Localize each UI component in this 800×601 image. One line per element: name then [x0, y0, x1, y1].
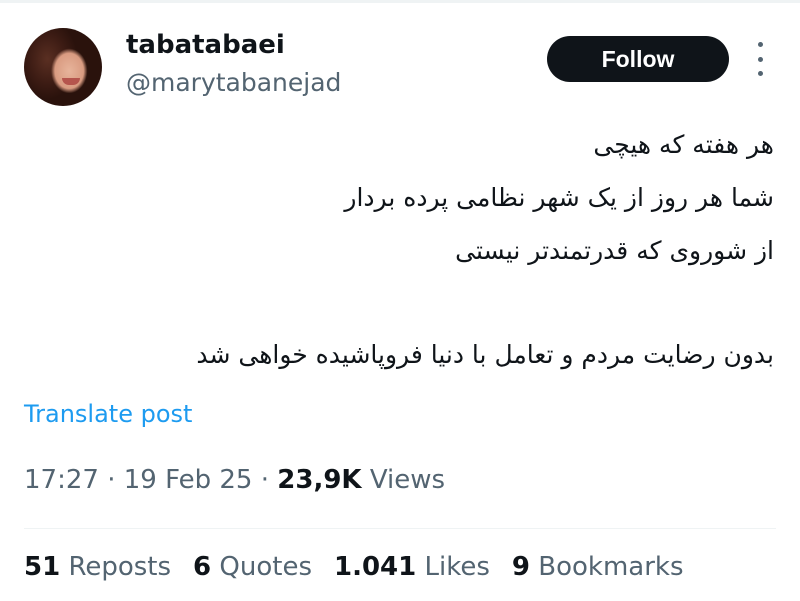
- author-handle[interactable]: @marytabanejad: [126, 68, 341, 97]
- bookmarks-stat[interactable]: 9 Bookmarks: [512, 552, 684, 582]
- bookmarks-label: Bookmarks: [538, 552, 684, 582]
- views-count: 23,9K: [277, 465, 362, 495]
- translate-post-link[interactable]: Translate post: [24, 400, 192, 428]
- author-display-name[interactable]: tabatabaei: [126, 30, 285, 60]
- post-meta: 17:27 · 19 Feb 25 · 23,9K Views: [24, 465, 446, 495]
- post-time[interactable]: 17:27: [24, 465, 99, 495]
- post-text-line: هر هفته که هیچی: [593, 130, 774, 159]
- quotes-count: 6: [193, 552, 212, 582]
- likes-stat[interactable]: 1.041 Likes: [334, 552, 490, 582]
- reposts-stat[interactable]: 51 Reposts: [24, 552, 171, 582]
- more-vertical-icon[interactable]: [753, 42, 767, 76]
- post-text-line: از شوروی که قدرتمندتر نیستی: [455, 236, 774, 265]
- likes-label: Likes: [424, 552, 490, 582]
- quotes-label: Quotes: [219, 552, 312, 582]
- quotes-stat[interactable]: 6 Quotes: [193, 552, 312, 582]
- reposts-count: 51: [24, 552, 61, 582]
- reposts-label: Reposts: [68, 552, 172, 582]
- post-text-line: شما هر روز از یک شهر نظامی پرده بردار: [344, 183, 774, 212]
- engagement-stats: 51 Reposts 6 Quotes 1.041 Likes 9 Bookma…: [24, 552, 684, 582]
- views-label: Views: [369, 465, 446, 495]
- follow-button[interactable]: Follow: [547, 36, 729, 82]
- bookmarks-count: 9: [511, 552, 530, 582]
- stats-divider: [24, 528, 776, 529]
- likes-count: 1.041: [334, 552, 417, 582]
- post-date[interactable]: 19 Feb 25: [124, 465, 253, 495]
- post-text-line: بدون رضایت مردم و تعامل با دنیا فروپاشید…: [196, 340, 774, 369]
- top-divider: [0, 0, 800, 3]
- avatar[interactable]: [24, 28, 102, 106]
